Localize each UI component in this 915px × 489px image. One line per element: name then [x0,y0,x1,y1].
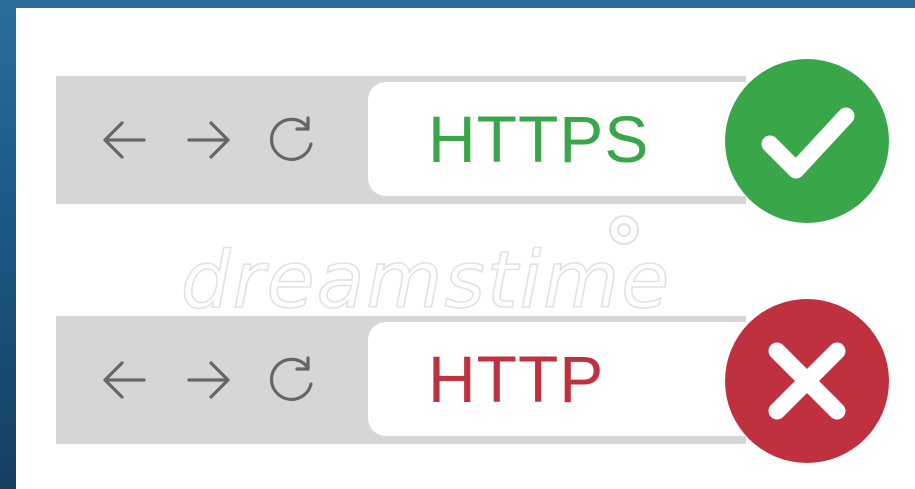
slide-canvas: dreamstime HTTPS HTTP [16,8,915,489]
back-arrow-icon[interactable] [98,354,150,406]
cross-icon [722,296,892,466]
watermark-logo-icon [609,215,639,245]
watermark-text: dreamstime [180,235,672,327]
reload-icon[interactable] [266,114,318,166]
address-field-http[interactable]: HTTP [368,322,768,436]
forward-arrow-icon[interactable] [183,354,235,406]
checkmark-icon [722,56,892,226]
browser-bar-https: HTTPS [56,76,768,204]
protocol-label-https: HTTPS [428,102,650,176]
browser-bar-http: HTTP [56,316,768,444]
protocol-label-http: HTTP [428,342,605,416]
back-arrow-icon[interactable] [98,114,150,166]
address-field-https[interactable]: HTTPS [368,82,768,196]
reload-icon[interactable] [266,354,318,406]
forward-arrow-icon[interactable] [183,114,235,166]
